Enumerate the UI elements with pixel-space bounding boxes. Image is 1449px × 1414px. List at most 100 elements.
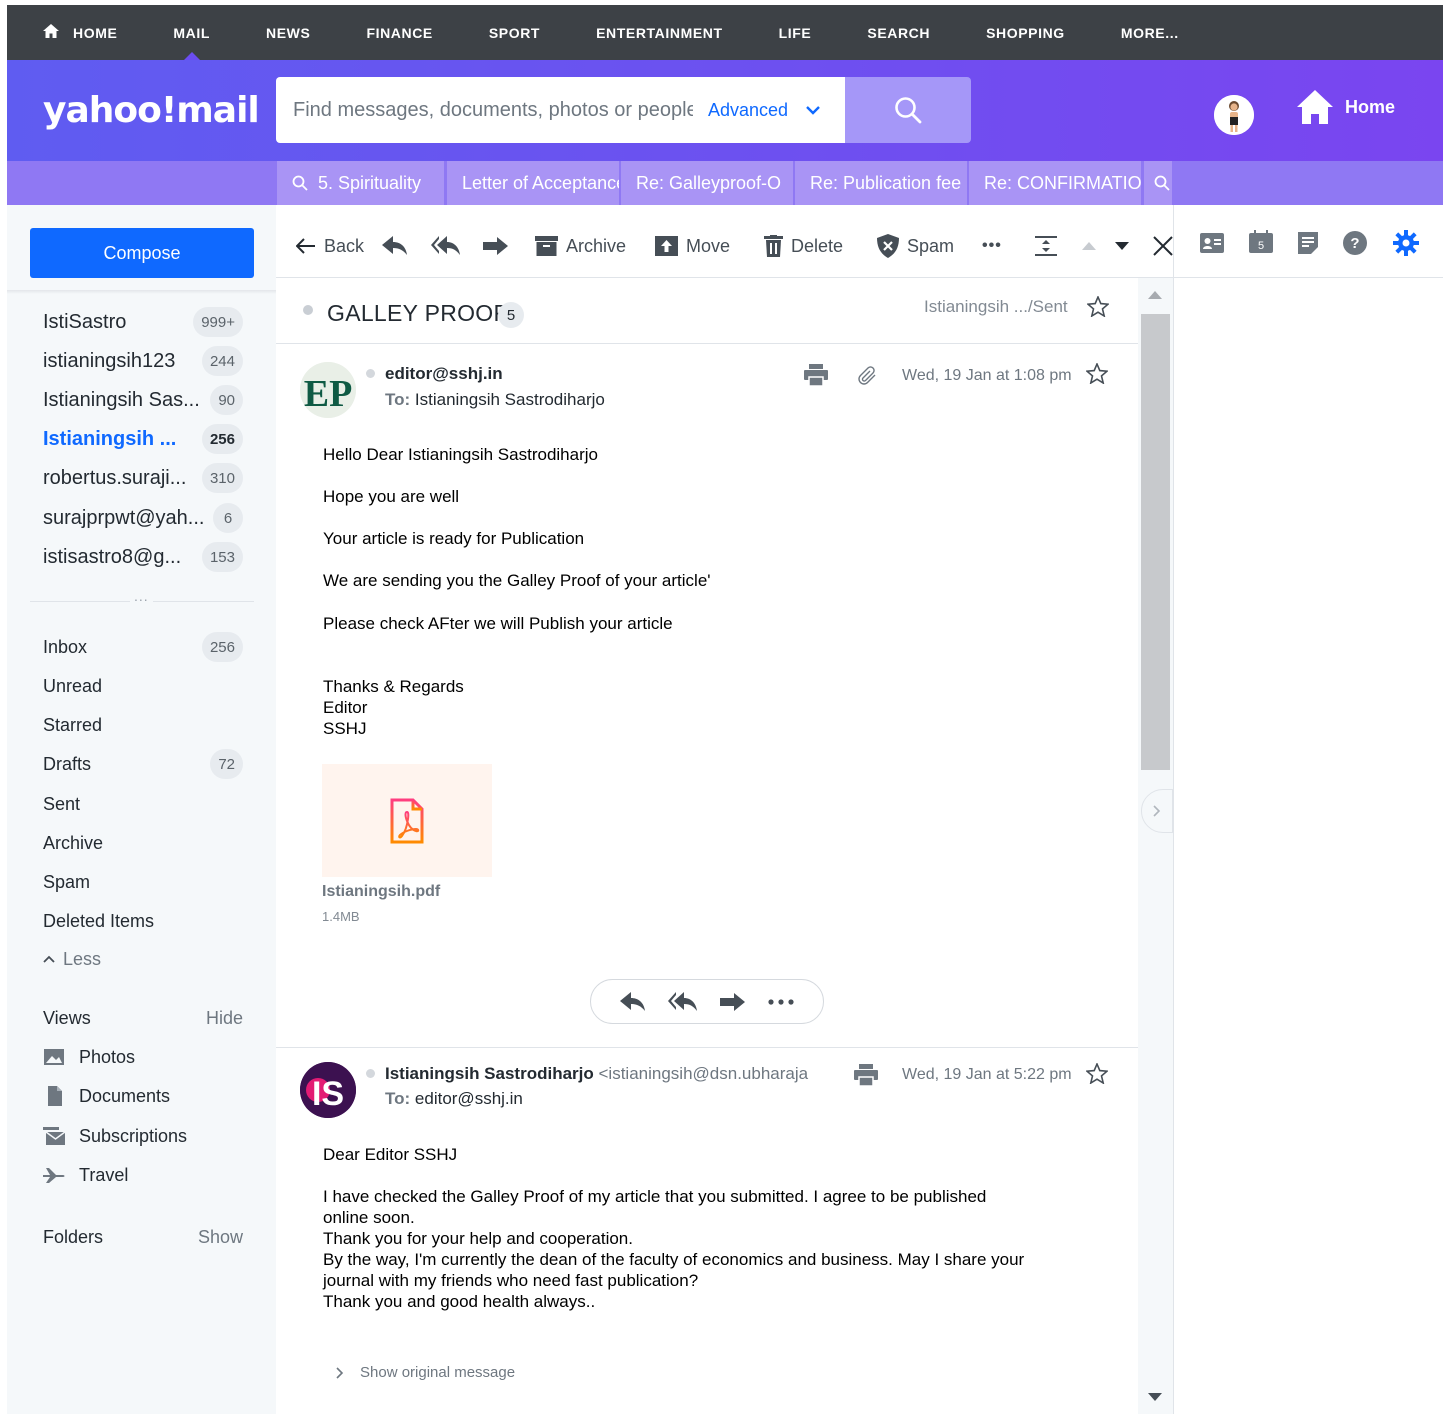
scroll-up-arrow-icon[interactable] <box>1147 290 1163 300</box>
previous-message-button[interactable] <box>1081 205 1105 287</box>
nav-shopping[interactable]: SHOPPING <box>958 5 1093 60</box>
less-toggle[interactable]: Less <box>43 944 243 974</box>
forward-button[interactable] <box>483 205 517 287</box>
expand-collapse-button[interactable] <box>1035 205 1065 287</box>
scroll-down-arrow-icon[interactable] <box>1147 1392 1163 1402</box>
settings-button[interactable] <box>1393 230 1419 261</box>
folders-show-button[interactable]: Show <box>198 1227 243 1248</box>
account-item[interactable]: robertus.suraji... 310 <box>43 463 243 493</box>
star-icon[interactable] <box>1086 363 1108 384</box>
thread-folder-path[interactable]: Istianingsih .../Sent <box>924 297 1068 317</box>
sender-name[interactable]: Istianingsih Sastrodiharjo <istianingsih… <box>385 1064 808 1084</box>
view-subscriptions[interactable]: Subscriptions <box>43 1121 187 1151</box>
help-button[interactable]: ? <box>1343 231 1367 260</box>
star-icon[interactable] <box>1086 1063 1108 1084</box>
tab-galleyproof[interactable]: Re: Galleyproof-O <box>621 161 793 205</box>
reader-scrollbar[interactable] <box>1138 278 1173 1414</box>
tab-search-overflow[interactable] <box>1144 161 1172 205</box>
calendar-button[interactable]: 5 <box>1249 230 1273 258</box>
nav-home[interactable]: HOME <box>7 5 145 60</box>
nav-mail[interactable]: MAIL <box>145 5 238 60</box>
home-link[interactable]: Home <box>1297 90 1395 124</box>
folder-inbox[interactable]: Inbox 256 <box>43 632 243 662</box>
folder-spam[interactable]: Spam <box>43 867 243 897</box>
recent-tabs-bar: 5. Spirituality Letter of Acceptance Re:… <box>7 161 1443 205</box>
nav-finance[interactable]: FINANCE <box>338 5 460 60</box>
folder-unread[interactable]: Unread <box>43 671 243 701</box>
nav-sport[interactable]: SPORT <box>461 5 568 60</box>
to-label: To: <box>385 390 411 409</box>
delete-button[interactable]: Delete <box>764 205 843 287</box>
tab-label: Re: Publication fee <box>810 172 962 193</box>
recipient-name[interactable]: editor@sshj.in <box>415 1089 523 1108</box>
printer-icon[interactable] <box>854 1064 878 1086</box>
account-item[interactable]: istisastro8@g... 153 <box>43 542 243 572</box>
folder-deleted-items[interactable]: Deleted Items <box>43 906 243 936</box>
attachment-name[interactable]: Istianingsih.pdf <box>322 883 440 901</box>
folder-label: Unread <box>43 675 103 696</box>
yahoo-mail-logo[interactable]: yahoo!mail <box>43 90 260 131</box>
folder-starred[interactable]: Starred <box>43 710 243 740</box>
read-status-dot[interactable] <box>366 369 375 378</box>
compose-button[interactable]: Compose <box>30 228 254 278</box>
show-original-message-link[interactable]: Show original message <box>336 1364 515 1381</box>
nav-more[interactable]: MORE... <box>1093 5 1207 60</box>
search-button[interactable] <box>845 77 971 143</box>
read-status-dot[interactable] <box>366 1069 375 1078</box>
user-avatar[interactable] <box>1214 95 1254 135</box>
search-input[interactable] <box>293 98 693 122</box>
view-documents[interactable]: Documents <box>43 1081 170 1111</box>
search-icon <box>292 175 308 191</box>
spam-button[interactable]: Spam <box>877 205 954 287</box>
account-item[interactable]: Istianingsih Sas... 90 <box>43 385 243 415</box>
recipient-name[interactable]: Istianingsih Sastrodiharjo <box>415 390 605 409</box>
nav-life[interactable]: LIFE <box>751 5 840 60</box>
tab-confirmation[interactable]: Re: CONFIRMATION <box>969 161 1141 205</box>
folder-sent[interactable]: Sent <box>43 789 243 819</box>
archive-label: Archive <box>566 235 627 256</box>
reply-all-button[interactable] <box>431 205 469 287</box>
account-item[interactable]: IstiSastro 999+ <box>43 307 243 337</box>
view-photos[interactable]: Photos <box>43 1042 135 1072</box>
contacts-button[interactable] <box>1200 233 1224 258</box>
folder-drafts[interactable]: Drafts 72 <box>43 749 243 779</box>
account-item[interactable]: istianingsih123 244 <box>43 346 243 376</box>
sender-name[interactable]: editor@sshj.in <box>385 364 503 384</box>
view-travel[interactable]: Travel <box>43 1160 128 1190</box>
paperclip-icon[interactable] <box>858 366 878 386</box>
more-accounts-toggle[interactable]: ... <box>130 588 153 604</box>
nav-entertainment[interactable]: ENTERTAINMENT <box>568 5 751 60</box>
read-status-dot[interactable] <box>303 305 313 315</box>
move-button[interactable]: Move <box>655 205 730 287</box>
reply-all-icon[interactable] <box>668 991 698 1012</box>
star-icon[interactable] <box>1087 296 1109 317</box>
advanced-search-button[interactable]: Advanced <box>708 100 820 121</box>
more-actions-button[interactable]: ••• <box>982 205 1002 287</box>
notepad-button[interactable] <box>1298 232 1318 259</box>
expand-icon <box>1035 236 1057 256</box>
folder-archive[interactable]: Archive <box>43 828 243 858</box>
attachment-thumbnail[interactable] <box>322 764 492 877</box>
account-name: istisastro8@g... <box>43 545 182 568</box>
nav-news[interactable]: NEWS <box>238 5 338 60</box>
more-icon[interactable] <box>768 998 794 1005</box>
back-button[interactable]: Back <box>296 205 364 287</box>
help-icon: ? <box>1343 231 1367 255</box>
tab-publication-fee[interactable]: Re: Publication fee <box>795 161 967 205</box>
close-icon <box>1153 236 1173 256</box>
archive-button[interactable]: Archive <box>535 205 626 287</box>
tab-spirituality[interactable]: 5. Spirituality <box>277 161 444 205</box>
nav-search[interactable]: SEARCH <box>839 5 958 60</box>
next-message-button[interactable] <box>1114 205 1138 287</box>
account-item-active[interactable]: Istianingsih ... 256 <box>43 424 243 454</box>
reply-icon[interactable] <box>620 991 646 1012</box>
compose-divider <box>7 290 276 294</box>
reply-button[interactable] <box>382 205 416 287</box>
views-hide-button[interactable]: Hide <box>206 1008 243 1029</box>
scroll-thumb[interactable] <box>1141 314 1170 770</box>
forward-icon[interactable] <box>720 992 746 1011</box>
tab-letter-of-acceptance[interactable]: Letter of Acceptance <box>447 161 619 205</box>
printer-icon[interactable] <box>804 364 828 386</box>
folder-label: Archive <box>43 832 104 853</box>
account-item[interactable]: surajprpwt@yah... 6 <box>43 503 243 533</box>
